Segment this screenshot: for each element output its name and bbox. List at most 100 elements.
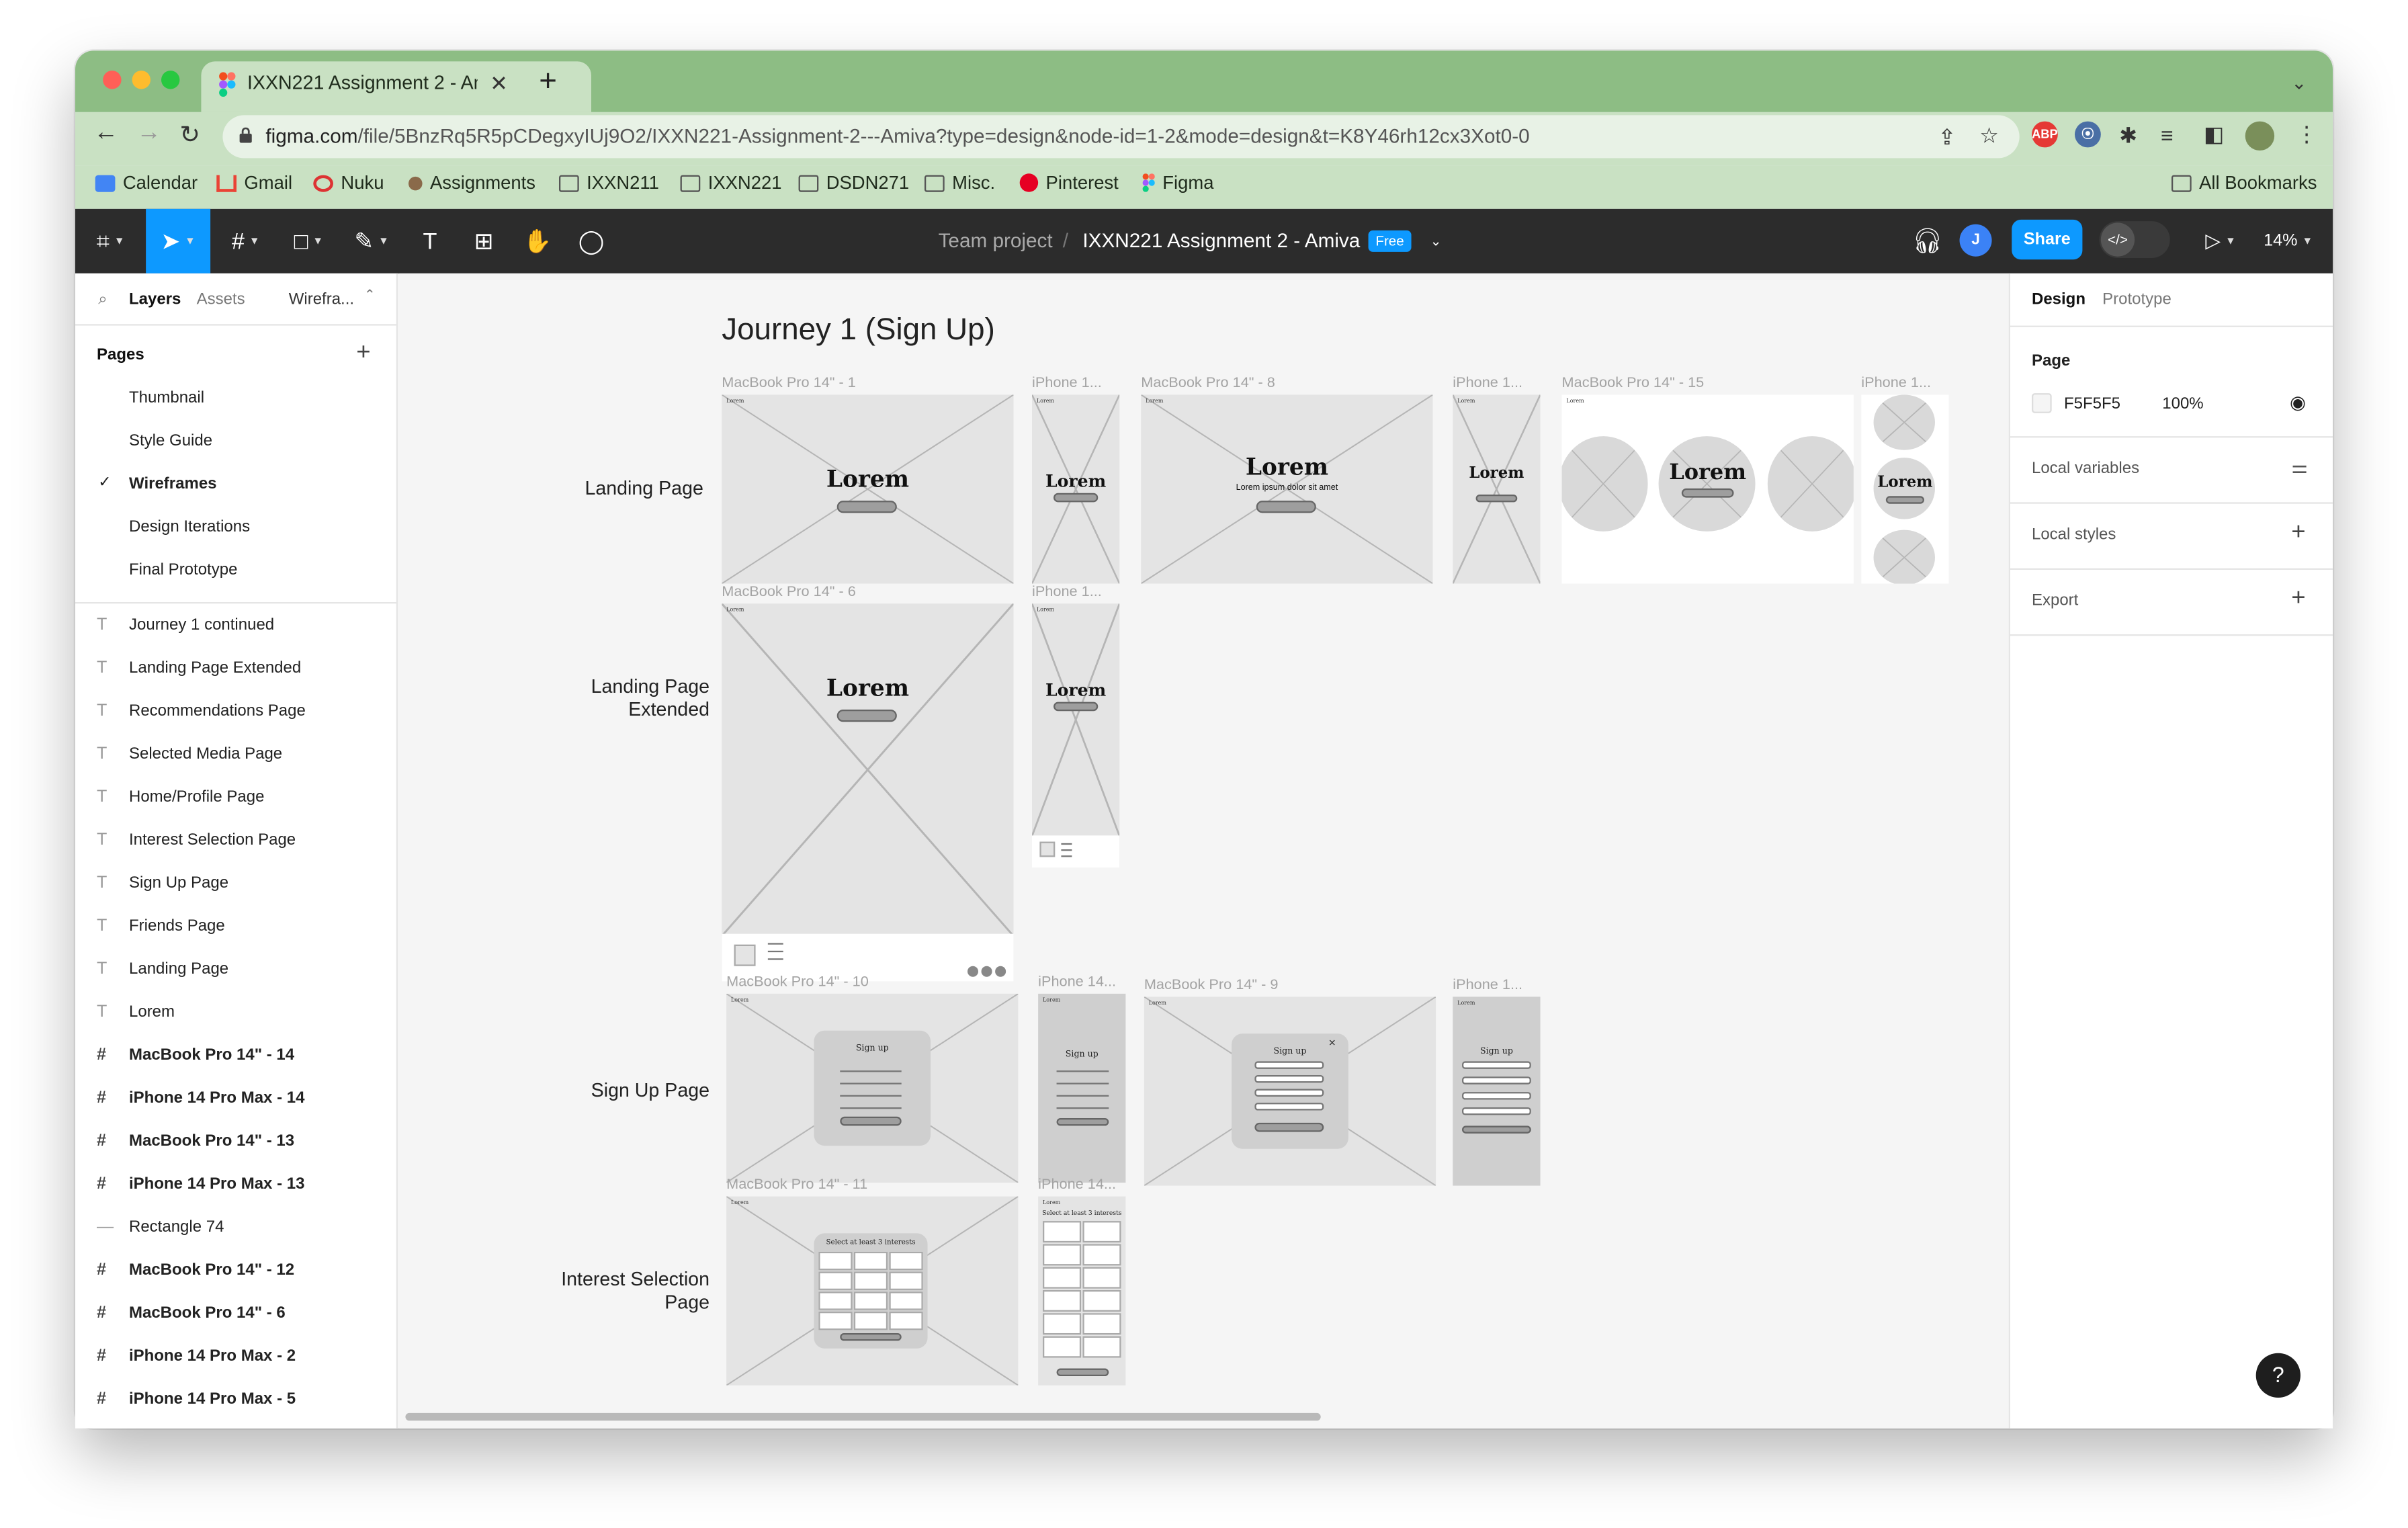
frame-label[interactable]: iPhone 14... <box>1038 974 1116 990</box>
layer-item[interactable]: T Friends Page <box>97 910 388 941</box>
layer-item[interactable]: T Landing Page <box>97 953 388 984</box>
close-window-button[interactable] <box>103 71 122 89</box>
layer-item[interactable]: T Journey 1 continued <box>97 609 388 640</box>
share-button[interactable]: Share <box>2012 219 2083 260</box>
layer-item[interactable]: T Home/Profile Page <box>97 781 388 812</box>
zoom-window-button[interactable] <box>161 71 180 89</box>
hand-tool-icon[interactable]: ✋ <box>515 209 561 273</box>
frame-label[interactable]: MacBook Pro 14" - 15 <box>1562 375 1705 392</box>
wireframe-macbook-15[interactable]: Lorem Lorem <box>1561 394 1854 584</box>
page-wireframes[interactable]: Wireframes <box>129 474 217 493</box>
file-name[interactable]: IXXN221 Assignment 2 - Amiva <box>1082 229 1360 252</box>
bookmark-star-icon[interactable]: ☆ <box>1979 123 1999 149</box>
page-switcher[interactable]: Wirefra... <box>289 290 354 308</box>
row-label-landing[interactable]: Landing Page <box>550 478 703 501</box>
bookmark-assignments[interactable]: Assignments <box>408 172 535 194</box>
share-page-icon[interactable]: ⇪ <box>1938 124 1956 151</box>
bookmark-folder-ixxn221[interactable]: IXXN221 <box>680 172 781 194</box>
user-avatar[interactable]: J <box>1959 224 1992 257</box>
layer-item[interactable]: # iPhone 14 Pro Max - 13 <box>97 1169 388 1199</box>
bookmark-figma[interactable]: Figma <box>1142 172 1213 194</box>
bookmark-pinterest[interactable]: Pinterest <box>1019 172 1119 194</box>
file-menu-chevron-icon[interactable]: ⌄ <box>1425 209 1447 273</box>
layer-item[interactable]: T Lorem <box>97 996 388 1027</box>
layer-item[interactable]: T Interest Selection Page <box>97 824 388 855</box>
wireframe-iphone-8[interactable]: Lorem Lorem <box>1453 394 1541 584</box>
layer-item[interactable]: T Selected Media Page <box>97 738 388 769</box>
puzzle-extensions-icon[interactable]: ✱ <box>2119 123 2137 149</box>
frame-label[interactable]: iPhone 1... <box>1032 375 1102 392</box>
zoom-dropdown[interactable]: 14% ▼ <box>2254 209 2322 273</box>
local-variables-label[interactable]: Local variables <box>2032 459 2139 477</box>
url-text[interactable]: figma.com/file/5BnzRq5R5pCDegxyIUj9O2/IX… <box>265 124 1529 147</box>
bookmark-nuku[interactable]: Nuku <box>313 172 384 194</box>
layer-item[interactable]: # MacBook Pro 14" - 13 <box>97 1126 388 1156</box>
wireframe-macbook-8[interactable]: Lorem Lorem Lorem ipsum dolor sit amet <box>1141 394 1433 584</box>
adblock-extension-icon[interactable]: ABP <box>2031 121 2058 148</box>
frame-label[interactable]: MacBook Pro 14" - 1 <box>722 375 856 392</box>
team-name[interactable]: Team project <box>939 229 1053 252</box>
page-color-value[interactable]: F5F5F5 <box>2064 394 2120 413</box>
layer-item[interactable]: # iPhone 14 Pro Max - 2 <box>97 1341 388 1371</box>
bookmark-folder-misc[interactable]: Misc. <box>924 172 995 194</box>
layer-item[interactable]: T Landing Page Extended <box>97 652 388 683</box>
forward-arrow-icon[interactable]: → <box>136 120 161 147</box>
new-tab-button[interactable]: + <box>539 65 557 100</box>
help-button[interactable]: ? <box>2255 1353 2300 1398</box>
back-arrow-icon[interactable]: ← <box>93 120 118 147</box>
add-export-icon[interactable]: + <box>2291 585 2305 613</box>
text-tool-icon[interactable]: T <box>407 209 454 273</box>
local-styles-label[interactable]: Local styles <box>2032 525 2116 544</box>
reload-icon[interactable]: ↻ <box>179 120 200 151</box>
frame-label[interactable]: iPhone 14... <box>1038 1177 1116 1193</box>
wireframe-macbook-1[interactable]: Lorem Lorem <box>722 394 1014 584</box>
minimize-window-button[interactable] <box>132 71 150 89</box>
wireframe-iphone-10[interactable]: Lorem Sign up <box>1038 993 1126 1183</box>
page-opacity-value[interactable]: 100% <box>2162 394 2203 413</box>
layer-item[interactable]: T Recommendations Page <box>97 695 388 726</box>
wireframe-iphone-15[interactable]: Lorem <box>1861 394 1949 584</box>
tab-assets[interactable]: Assets <box>197 290 245 308</box>
resources-icon[interactable]: ⊞ <box>461 209 507 273</box>
page-style-guide[interactable]: Style Guide <box>129 431 212 450</box>
wireframe-macbook-9[interactable]: Lorem Sign up ✕ <box>1144 996 1436 1186</box>
wireframe-macbook-11[interactable]: Lorem Select at least 3 interests <box>726 1196 1019 1386</box>
eye-visibility-icon[interactable]: ◉ <box>2290 392 2306 413</box>
tab-design[interactable]: Design <box>2032 290 2086 308</box>
row-label-landing-extended[interactable]: Landing Page Extended <box>525 676 710 722</box>
frame-label[interactable]: iPhone 1... <box>1453 977 1522 994</box>
frame-tool-icon[interactable]: # ▼ <box>218 209 273 273</box>
present-play-icon[interactable]: ▷ ▼ <box>2196 209 2245 273</box>
media-queue-icon[interactable]: ≡ <box>2161 123 2174 148</box>
add-style-icon[interactable]: + <box>2291 519 2305 547</box>
side-panel-icon[interactable]: ◧ <box>2204 122 2224 148</box>
export-label[interactable]: Export <box>2032 591 2078 609</box>
page-final-prototype[interactable]: Final Prototype <box>129 560 237 579</box>
frame-label[interactable]: MacBook Pro 14" - 10 <box>726 974 869 990</box>
all-bookmarks[interactable]: All Bookmarks <box>2171 172 2317 194</box>
layer-item[interactable]: — Rectangle 74 <box>97 1212 388 1242</box>
wireframe-iphone-11[interactable]: Lorem Select at least 3 interests <box>1038 1196 1126 1386</box>
layer-item[interactable]: # iPhone 14 Pro Max - 14 <box>97 1083 388 1113</box>
frame-label[interactable]: MacBook Pro 14" - 6 <box>722 584 856 601</box>
page-thumbnail[interactable]: Thumbnail <box>129 388 204 407</box>
search-icon[interactable]: ⌕ <box>98 290 107 310</box>
bookmark-folder-dsdn271[interactable]: DSDN271 <box>798 172 909 194</box>
tab-prototype[interactable]: Prototype <box>2102 290 2172 308</box>
layer-item[interactable]: T Sign Up Page <box>97 867 388 898</box>
frame-label[interactable]: MacBook Pro 14" - 8 <box>1141 375 1275 392</box>
move-tool-icon[interactable]: ➤ ▼ <box>146 208 211 273</box>
layer-item[interactable]: # MacBook Pro 14" - 14 <box>97 1039 388 1070</box>
bookmark-gmail[interactable]: Gmail <box>216 172 292 194</box>
pen-tool-icon[interactable]: ✎ ▼ <box>344 209 399 273</box>
wireframe-iphone-6[interactable]: Lorem Lorem <box>1031 603 1120 868</box>
frame-label[interactable]: MacBook Pro 14" - 9 <box>1144 977 1279 994</box>
frame-label[interactable]: iPhone 1... <box>1861 375 1931 392</box>
main-menu-figma-icon[interactable]: ⌗ ▼ <box>83 209 138 273</box>
wireframe-iphone-1[interactable]: Lorem Lorem <box>1031 394 1120 584</box>
row-label-interests[interactable]: Interest Selection Page <box>507 1269 710 1315</box>
wireframe-macbook-10[interactable]: Lorem Sign up <box>726 993 1019 1183</box>
canvas-scrollbar[interactable] <box>405 1412 1321 1421</box>
frame-label[interactable]: iPhone 1... <box>1032 584 1102 601</box>
variables-sliders-icon[interactable]: ⚌ <box>2291 456 2308 478</box>
